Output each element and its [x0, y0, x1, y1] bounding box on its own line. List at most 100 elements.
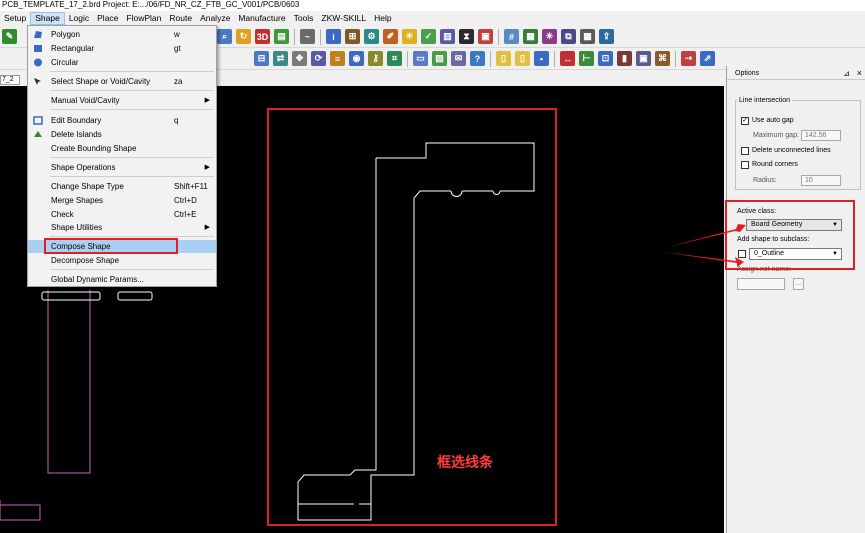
key-icon[interactable]: ⚷	[368, 51, 383, 66]
frame-icon[interactable]: ⊡	[598, 51, 613, 66]
use-auto-gap-label: Use auto gap	[752, 117, 794, 124]
pin-icon[interactable]: ⊿	[843, 69, 850, 78]
menu-item-edit-boundary[interactable]: Edit Boundary q	[28, 114, 216, 127]
close-icon[interactable]: ×	[857, 68, 862, 78]
menu-logic[interactable]: Logic	[65, 12, 93, 25]
use-auto-gap-checkbox[interactable]: ✓	[741, 117, 749, 125]
highlight-icon[interactable]: ▣	[478, 29, 493, 44]
polygon-icon	[33, 30, 43, 39]
delete-unconnected-checkbox[interactable]	[741, 147, 749, 155]
sun-icon[interactable]: ☀	[402, 29, 417, 44]
menu-manufacture[interactable]: Manufacture	[234, 12, 289, 25]
ratsnest-icon[interactable]: ✳	[542, 29, 557, 44]
property-icon[interactable]: ⚙	[364, 29, 379, 44]
menu-item-manual-void[interactable]: Manual Void/Cavity ▶	[28, 94, 216, 107]
measure-icon[interactable]: ⊞	[345, 29, 360, 44]
file-icon[interactable]: ▯	[496, 51, 511, 66]
save-icon[interactable]: ▪	[534, 51, 549, 66]
via-icon[interactable]: ◉	[349, 51, 364, 66]
dimension-icon[interactable]: ↔	[560, 51, 575, 66]
pin-icon[interactable]: ✎	[2, 29, 17, 44]
move-icon[interactable]: ✥	[292, 51, 307, 66]
assign-net-field[interactable]	[737, 278, 785, 290]
copy-icon[interactable]: ⧉	[561, 29, 576, 44]
refresh-icon[interactable]: ↻	[236, 29, 251, 44]
menu-item-select-shape[interactable]: Select Shape or Void/Cavity za	[28, 75, 216, 88]
menu-separator	[50, 157, 214, 158]
menu-item-shape-utilities[interactable]: Shape Utilities ▶	[28, 221, 216, 234]
mail-icon[interactable]: ✉	[451, 51, 466, 66]
hourglass-icon[interactable]: ⧗	[459, 29, 474, 44]
3d-view-icon[interactable]: 3D	[255, 29, 270, 44]
menu-item-delete-islands[interactable]: Delete Islands	[28, 128, 216, 141]
options-highlight-annotation	[725, 200, 855, 270]
drc-icon[interactable]: ✓	[421, 29, 436, 44]
export-icon[interactable]: ⇪	[599, 29, 614, 44]
document-tab[interactable]: 7_2	[0, 75, 20, 85]
net-icon[interactable]: ⌗	[387, 51, 402, 66]
bars-icon[interactable]: ▥	[440, 29, 455, 44]
zoom-icon[interactable]: ⌕	[217, 29, 232, 44]
window-icon[interactable]: ▭	[413, 51, 428, 66]
pin-swap-icon[interactable]: ⇄	[273, 51, 288, 66]
line-intersection-title: Line intersection	[737, 97, 792, 104]
options-panel: Options ⊿ × Line intersection ✓ Use auto…	[726, 66, 865, 533]
round-corners-checkbox[interactable]	[741, 161, 749, 169]
menu-setup[interactable]: Setup	[0, 12, 30, 25]
submenu-arrow-icon: ▶	[204, 164, 210, 171]
menu-item-decompose-shape[interactable]: Decompose Shape	[28, 254, 216, 267]
menu-item-bounding-shape[interactable]: Create Bounding Shape	[28, 142, 216, 155]
menu-flowplan[interactable]: FlowPlan	[122, 12, 165, 25]
menu-item-change-shape-type[interactable]: Change Shape Type Shift+F11	[28, 180, 216, 193]
grid-icon[interactable]: #	[504, 29, 519, 44]
pad-outline	[41, 291, 101, 301]
menu-tools[interactable]: Tools	[290, 12, 318, 25]
max-gap-field[interactable]: 142.56	[801, 130, 841, 141]
edit-boundary-icon	[33, 116, 43, 125]
help-icon[interactable]: ?	[470, 51, 485, 66]
layer-icon[interactable]: ▤	[274, 29, 289, 44]
menu-item-shape-operations[interactable]: Shape Operations ▶	[28, 161, 216, 174]
allegro-window: PCB_TEMPLATE_17_2.brd Project: E:.../06/…	[0, 0, 865, 533]
matrix-icon[interactable]: ▩	[580, 29, 595, 44]
split-icon[interactable]: ⊢	[579, 51, 594, 66]
menu-separator	[50, 90, 214, 91]
menu-item-check[interactable]: Check Ctrl+E	[28, 208, 216, 221]
browse-net-button[interactable]: ...	[793, 278, 804, 290]
align-icon[interactable]: ≡	[330, 51, 345, 66]
menu-shape[interactable]: Shape	[30, 11, 65, 25]
file-open-icon[interactable]: ▯	[515, 51, 530, 66]
component-icon[interactable]: ⊟	[254, 51, 269, 66]
menu-route[interactable]: Route	[165, 12, 196, 25]
panel-icon[interactable]: ▣	[636, 51, 651, 66]
max-gap-label: Maximum gap:	[753, 132, 799, 139]
menu-item-merge-shapes[interactable]: Merge Shapes Ctrl+D	[28, 194, 216, 207]
info-icon[interactable]: i	[326, 29, 341, 44]
menu-item-circular[interactable]: Circular	[28, 56, 216, 69]
rotate-icon[interactable]: ⟳	[311, 51, 326, 66]
component-outline	[47, 290, 91, 474]
wave-icon[interactable]: ~	[300, 29, 315, 44]
round-corners-label: Round corners	[752, 161, 798, 168]
image-icon[interactable]: ▨	[432, 51, 447, 66]
menu-item-polygon[interactable]: Polygon w	[28, 28, 216, 41]
tag-icon[interactable]: ⌘	[655, 51, 670, 66]
compose-highlight-annotation	[44, 238, 178, 254]
menu-help[interactable]: Help	[370, 12, 395, 25]
outline-notches	[450, 190, 501, 197]
menu-zkw-skill[interactable]: ZKW-SKILL	[317, 12, 370, 25]
menu-analyze[interactable]: Analyze	[196, 12, 234, 25]
menu-item-rectangular[interactable]: Rectangular gt	[28, 42, 216, 55]
chart-icon[interactable]: ▮	[617, 51, 632, 66]
brush-icon[interactable]: ✐	[383, 29, 398, 44]
table-icon[interactable]: ▦	[523, 29, 538, 44]
radius-field[interactable]: 10	[801, 175, 841, 186]
delete-islands-icon	[33, 130, 43, 139]
delete-unconnected-label: Delete unconnected lines	[752, 147, 831, 154]
menu-bar: Setup Shape Logic Place FlowPlan Route A…	[0, 11, 865, 25]
slide-icon[interactable]: ⇗	[700, 51, 715, 66]
menu-item-global-dynamic-params[interactable]: Global Dynamic Params...	[28, 273, 216, 286]
menu-place[interactable]: Place	[93, 12, 122, 25]
route-icon[interactable]: ⇢	[681, 51, 696, 66]
submenu-arrow-icon: ▶	[204, 97, 210, 104]
